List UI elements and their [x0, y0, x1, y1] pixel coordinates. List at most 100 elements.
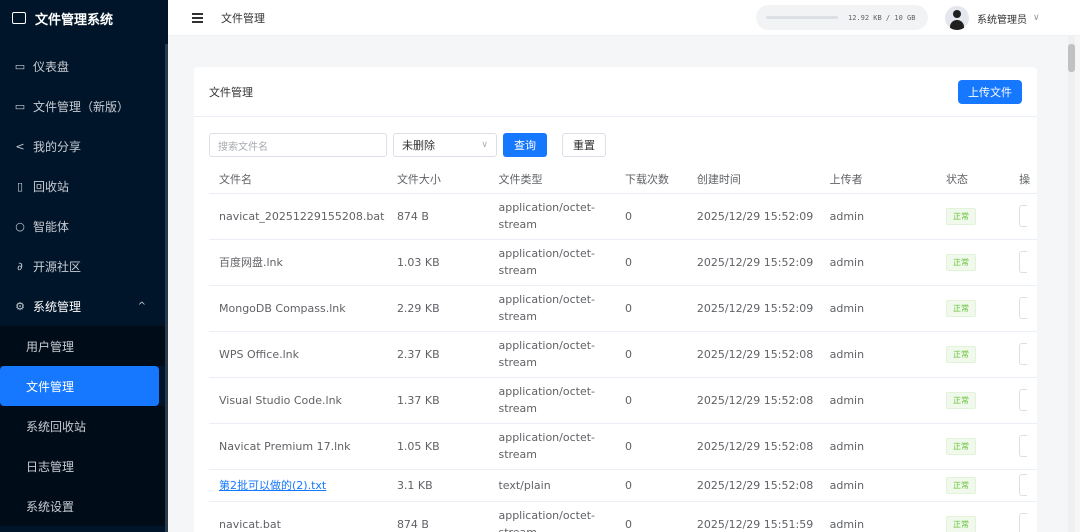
- file-name-cell: navicat_20251229155208.bat: [209, 193, 387, 240]
- file-type-cell: text/plain: [488, 469, 615, 502]
- status-badge: 正常: [946, 476, 977, 494]
- uploader-cell: admin: [819, 285, 937, 332]
- sidebar-subitem-label: 日志管理: [26, 459, 75, 474]
- action-button[interactable]: [1019, 297, 1028, 319]
- chat-icon: ○: [15, 219, 25, 233]
- actions-cell: [1009, 239, 1037, 286]
- file-size-cell: 874 B: [386, 501, 489, 532]
- status-cell: 正常: [936, 239, 1010, 286]
- action-button[interactable]: [1019, 474, 1028, 496]
- sidebar-subitem-1[interactable]: 文件管理: [0, 366, 159, 406]
- actions-cell: [1009, 423, 1037, 470]
- status-badge: 正常: [946, 207, 977, 225]
- table-row[interactable]: Visual Studio Code.lnk 1.37 KB application…: [209, 377, 1037, 424]
- chevron-down-icon: ∨: [1033, 13, 1040, 23]
- action-button[interactable]: [1019, 205, 1028, 227]
- created-time-cell: 2025/12/29 15:52:08: [686, 423, 820, 470]
- file-type-cell: application/octet-stream: [488, 501, 615, 532]
- sidebar-scrollbar[interactable]: [165, 44, 168, 532]
- sidebar-item-3[interactable]: ▯ 回收站: [0, 166, 168, 206]
- sidebar-item-1[interactable]: ▭ 文件管理（新版）: [0, 86, 168, 126]
- file-type-cell: application/octet-stream: [488, 239, 615, 286]
- sidebar-subitem-label: 系统设置: [26, 499, 75, 514]
- file-table: 文件名 文件大小 文件类型 下载次数 创建时间 上传者 状态操 navicat_202512…: [209, 166, 1037, 532]
- sidebar-item-5[interactable]: ∂ 开源社区: [0, 246, 168, 286]
- user-name: 系统管理员: [977, 14, 1027, 26]
- file-name-link[interactable]: 第2批可以做的(2).txt: [219, 479, 326, 492]
- file-size-cell: 2.37 KB: [386, 331, 489, 378]
- sidebar: 文件管理系统 ▭ 仪表盘 ▭ 文件管理（新版） < 我的分享 ▯ 回收站 ○ 智能体 ∂ 开源社区 ⚙ 系…: [0, 0, 168, 532]
- file-type-cell: application/octet-stream: [488, 193, 615, 240]
- table-row[interactable]: WPS Office.lnk 2.37 KB application/octet-s…: [209, 331, 1037, 378]
- download-count-cell: 0: [615, 501, 687, 532]
- sidebar-subitem-4[interactable]: 系统设置: [0, 486, 168, 526]
- created-time-cell: 2025/12/29 15:52:08: [686, 331, 820, 378]
- menu-toggle-icon[interactable]: [192, 12, 203, 23]
- status-select[interactable]: 未删除 ∨: [393, 133, 497, 157]
- storage-usage: 12.92 KB / 10 GB: [756, 5, 928, 30]
- column-header: 上传者: [819, 166, 937, 194]
- file-name-cell: WPS Office.lnk: [209, 331, 387, 378]
- table-row[interactable]: navicat.bat874 Bapplication/octet-stream…: [209, 501, 1037, 532]
- table-row[interactable]: MongoDB Compass.lnk 2.29 KB application/oc…: [209, 285, 1037, 332]
- status-cell: 正常: [936, 501, 1010, 532]
- action-button[interactable]: [1019, 513, 1028, 532]
- file-size-cell: 3.1 KB: [386, 469, 489, 502]
- action-button[interactable]: [1019, 343, 1028, 365]
- app-title: 文件管理系统: [35, 12, 114, 28]
- table-row[interactable]: navicat_20251229155208.bat 874 Bapplicati…: [209, 193, 1037, 240]
- column-header: 创建时间: [686, 166, 820, 194]
- gear-icon: ⚙: [15, 299, 25, 313]
- created-time-cell: 2025/12/29 15:52:09: [686, 193, 820, 240]
- table-row[interactable]: Navicat Premium 17.lnk 1.05 KB application…: [209, 423, 1037, 470]
- created-time-cell: 2025/12/29 15:52:09: [686, 239, 820, 286]
- sidebar-subitem-0[interactable]: 用户管理: [0, 326, 168, 366]
- file-type-cell: application/octet-stream: [488, 285, 615, 332]
- action-button[interactable]: [1019, 389, 1028, 411]
- actions-cell: [1009, 193, 1037, 240]
- top-header: 文件管理 12.92 KB / 10 GB 系统管理员 ∨: [168, 0, 1080, 36]
- dashboard-icon: ▭: [14, 59, 26, 73]
- file-size-cell: 1.37 KB: [386, 377, 489, 424]
- table-row[interactable]: 第2批可以做的(2).txt 3.1 KB text/plain 0 2025/12/2…: [209, 469, 1037, 502]
- card-title: 文件管理: [209, 85, 253, 99]
- page-scrollbar[interactable]: [1068, 36, 1075, 532]
- file-management-card: 文件管理 上传文件 搜索文件名 未删除 ∨ 查询 重置 文件名 文件大小 文件类型下…: [194, 67, 1037, 532]
- sidebar-subitem-3[interactable]: 日志管理: [0, 446, 168, 486]
- file-name-cell: Visual Studio Code.lnk: [209, 377, 387, 424]
- uploader-cell: admin: [819, 423, 937, 470]
- file-size-cell: 1.05 KB: [386, 423, 489, 470]
- trash-icon: ▯: [16, 179, 24, 193]
- status-badge: 正常: [946, 345, 977, 363]
- file-name-cell: MongoDB Compass.lnk: [209, 285, 387, 332]
- created-time-cell: 2025/12/29 15:52:09: [686, 285, 820, 332]
- column-header: 文件大小: [386, 166, 489, 194]
- table-header-row: 文件名 文件大小 文件类型 下载次数 创建时间 上传者 状态操: [209, 166, 1037, 194]
- query-button[interactable]: 查询: [503, 133, 547, 157]
- table-row[interactable]: 百度网盘.lnk 1.03 KB application/octet-stream 0…: [209, 239, 1037, 286]
- action-button[interactable]: [1019, 251, 1028, 273]
- search-input[interactable]: 搜索文件名: [209, 133, 387, 157]
- column-header: 文件类型: [488, 166, 615, 194]
- download-count-cell: 0: [615, 423, 687, 470]
- brand[interactable]: 文件管理系统: [0, 0, 168, 36]
- sidebar-item-0[interactable]: ▭ 仪表盘: [0, 46, 168, 86]
- user-menu[interactable]: 系统管理员 ∨: [945, 4, 1040, 32]
- reset-button[interactable]: 重置: [562, 133, 606, 157]
- file-size-cell: 874 B: [386, 193, 489, 240]
- page-scrollbar-thumb[interactable]: [1068, 44, 1075, 72]
- sidebar-subitem-2[interactable]: 系统回收站: [0, 406, 168, 446]
- file-name-cell: navicat.bat: [209, 501, 387, 532]
- sidebar-subitem-label: 系统回收站: [26, 419, 87, 434]
- action-button[interactable]: [1019, 435, 1028, 457]
- sidebar-item-2[interactable]: < 我的分享: [0, 126, 168, 166]
- upload-button[interactable]: 上传文件: [958, 80, 1022, 104]
- sidebar-item-label: 文件管理（新版）: [33, 99, 130, 114]
- download-count-cell: 0: [615, 239, 687, 286]
- column-header: 状态: [936, 166, 1010, 194]
- uploader-cell: admin: [819, 331, 937, 378]
- share-icon: <: [15, 139, 25, 153]
- sidebar-item-4[interactable]: ○ 智能体: [0, 206, 168, 246]
- status-cell: 正常: [936, 193, 1010, 240]
- sidebar-group-system[interactable]: ⚙ 系统管理 ^: [0, 286, 168, 326]
